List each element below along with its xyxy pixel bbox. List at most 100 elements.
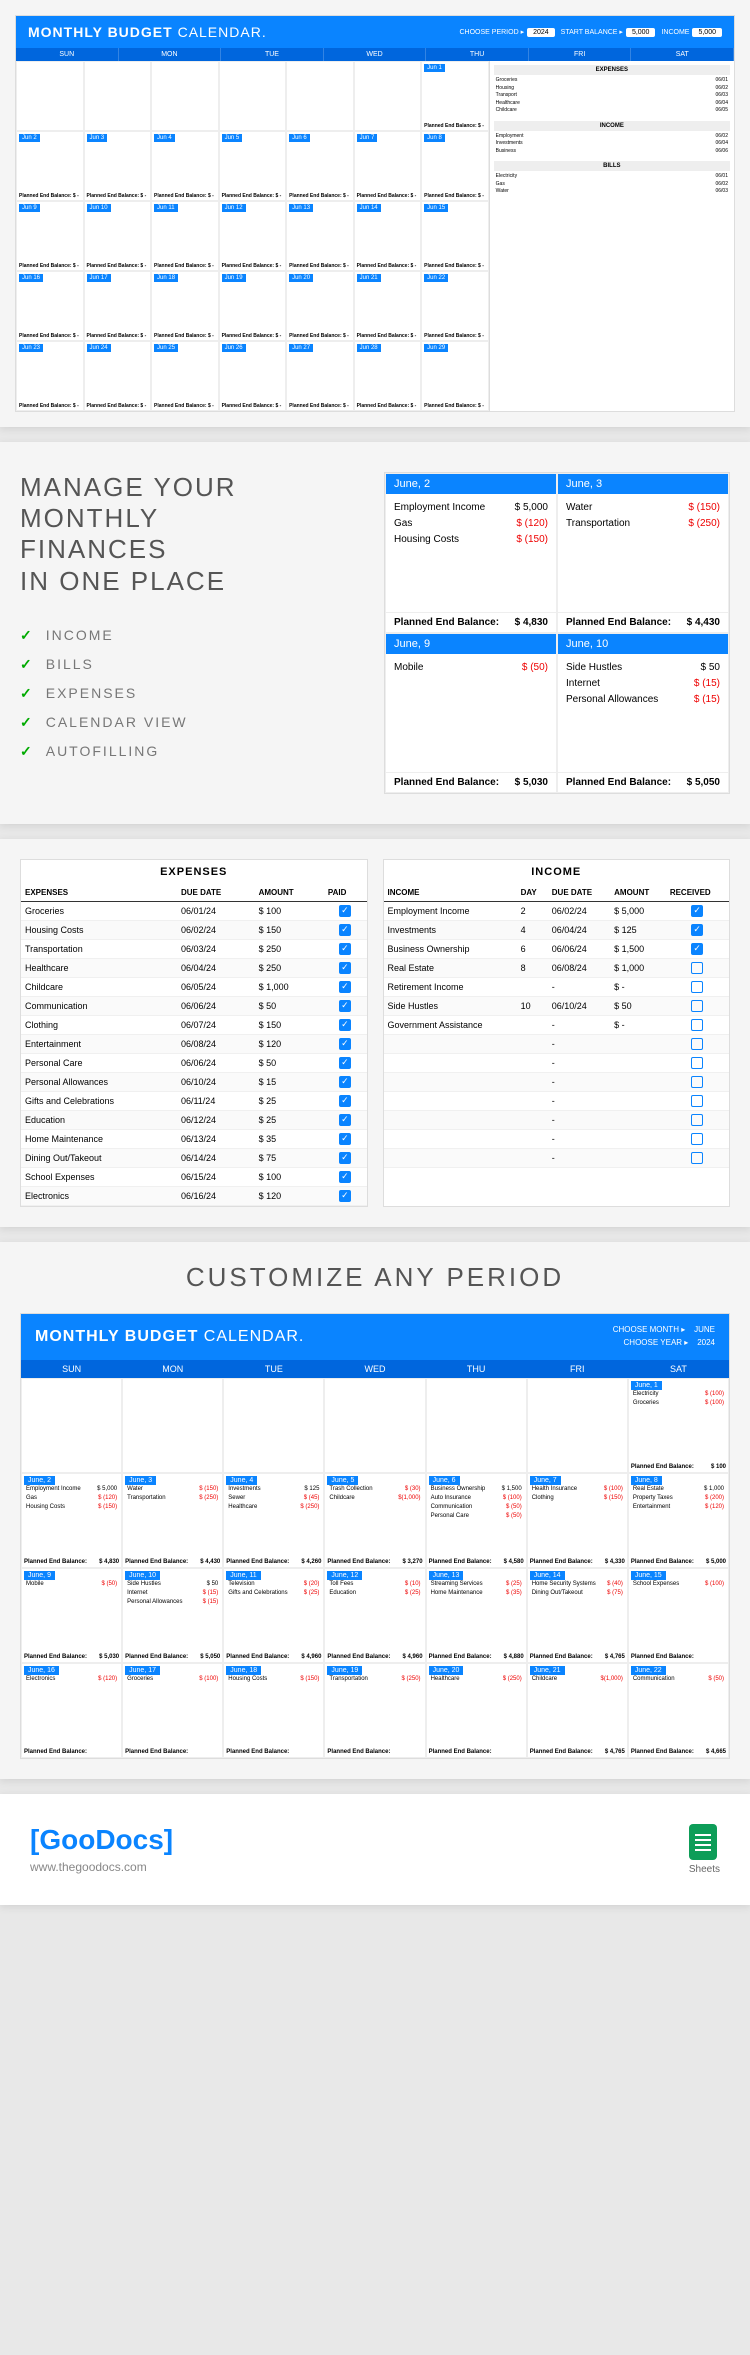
table-row: Communication06/06/24$ 50 bbox=[21, 997, 367, 1016]
customize-cell: June, 5Trash Collection$ (30)Childcare$(… bbox=[324, 1473, 425, 1568]
tables-section: EXPENSES EXPENSESDUE DATEAMOUNTPAIDGroce… bbox=[0, 839, 750, 1227]
checkbox[interactable] bbox=[339, 1095, 351, 1107]
checkbox[interactable] bbox=[691, 1019, 703, 1031]
customize-cell bbox=[324, 1378, 425, 1473]
customize-cell: June, 16Electronics$ (120)Planned End Ba… bbox=[21, 1663, 122, 1758]
checkbox[interactable] bbox=[691, 981, 703, 993]
checkbox[interactable] bbox=[339, 1133, 351, 1145]
title-bold: MONTHLY BUDGET bbox=[28, 24, 173, 40]
expenses-table: EXPENSESDUE DATEAMOUNTPAIDGroceries06/01… bbox=[21, 884, 367, 1206]
month-label: CHOOSE MONTH ▸ bbox=[613, 1325, 685, 1334]
customize-heading: CUSTOMIZE ANY PERIOD bbox=[20, 1262, 730, 1293]
checkbox[interactable] bbox=[691, 1057, 703, 1069]
calendar-sidebar: EXPENSES Groceries06/01Housing06/02Trans… bbox=[489, 61, 734, 411]
checkbox[interactable] bbox=[339, 962, 351, 974]
income-value[interactable]: 5,000 bbox=[692, 28, 722, 37]
table-row: Entertainment06/08/24$ 120 bbox=[21, 1035, 367, 1054]
start-balance-label: START BALANCE ▸ bbox=[561, 28, 623, 36]
footer: [GooDocs] www.thegoodocs.com Sheets bbox=[0, 1794, 750, 1905]
table-row: Retirement Income-$ - bbox=[384, 978, 730, 997]
checkbox[interactable] bbox=[339, 1114, 351, 1126]
table-row: - bbox=[384, 1111, 730, 1130]
checkbox[interactable] bbox=[691, 1076, 703, 1088]
checkbox[interactable] bbox=[339, 924, 351, 936]
sheets-icon bbox=[689, 1824, 717, 1860]
customize-cell: June, 6Business Ownership$ 1,500Auto Ins… bbox=[426, 1473, 527, 1568]
checkbox[interactable] bbox=[691, 1095, 703, 1107]
customize-cell: June, 2Employment Income$ 5,000Gas$ (120… bbox=[21, 1473, 122, 1568]
table-row: Side Hustles1006/10/24$ 50 bbox=[384, 997, 730, 1016]
period-value[interactable]: 2024 bbox=[527, 28, 555, 37]
table-row: Electronics06/16/24$ 120 bbox=[21, 1187, 367, 1206]
day-cell: June, 9Mobile$ (50)Planned End Balance:$… bbox=[385, 633, 557, 793]
checkbox[interactable] bbox=[339, 905, 351, 917]
footer-url: www.thegoodocs.com bbox=[30, 1860, 173, 1874]
cust-title-rest: CALENDAR. bbox=[198, 1328, 304, 1345]
checkbox[interactable] bbox=[339, 1190, 351, 1202]
customize-grid: June, 1Electricity$ (100)Groceries$ (100… bbox=[21, 1378, 729, 1758]
table-row: - bbox=[384, 1092, 730, 1111]
table-row: Transportation06/03/24$ 250 bbox=[21, 940, 367, 959]
title-rest: CALENDAR. bbox=[173, 24, 267, 40]
table-row: Government Assistance-$ - bbox=[384, 1016, 730, 1035]
checkbox[interactable] bbox=[339, 1171, 351, 1183]
checkbox[interactable] bbox=[691, 1152, 703, 1164]
checkbox[interactable] bbox=[339, 981, 351, 993]
income-table-wrap: INCOME INCOMEDAYDUE DATEAMOUNTRECEIVEDEm… bbox=[383, 859, 731, 1207]
customize-cell bbox=[426, 1378, 527, 1473]
start-balance-value[interactable]: 5,000 bbox=[626, 28, 656, 37]
checkbox[interactable] bbox=[691, 1133, 703, 1145]
calendar-day-headers: SUNMONTUEWEDTHUFRISAT bbox=[16, 48, 734, 61]
checkbox[interactable] bbox=[691, 943, 703, 955]
year-label: CHOOSE YEAR ▸ bbox=[624, 1338, 689, 1347]
calendar-header: MONTHLY BUDGET CALENDAR. CHOOSE PERIOD ▸… bbox=[16, 16, 734, 48]
customize-cell: June, 13Streaming Services$ (25)Home Mai… bbox=[426, 1568, 527, 1663]
feature-item: BILLS bbox=[20, 656, 364, 673]
checkbox[interactable] bbox=[339, 1057, 351, 1069]
checkbox[interactable] bbox=[339, 1152, 351, 1164]
side-bills-title: BILLS bbox=[494, 161, 730, 171]
year-value[interactable]: 2024 bbox=[697, 1338, 715, 1347]
checkbox[interactable] bbox=[691, 962, 703, 974]
checkbox[interactable] bbox=[339, 1000, 351, 1012]
table-row: Gifts and Celebrations06/11/24$ 25 bbox=[21, 1092, 367, 1111]
checkbox[interactable] bbox=[691, 1114, 703, 1126]
customize-cell: June, 9Mobile$ (50)Planned End Balance:$… bbox=[21, 1568, 122, 1663]
features-section: MANAGE YOURMONTHLYFINANCESIN ONE PLACE I… bbox=[0, 442, 750, 824]
customize-cell: June, 12Toll Fees$ (10)Education$ (25)Pl… bbox=[324, 1568, 425, 1663]
day-cell: June, 2Employment Income$ 5,000Gas$ (120… bbox=[385, 473, 557, 633]
feature-item: AUTOFILLING bbox=[20, 743, 364, 760]
period-label: CHOOSE PERIOD ▸ bbox=[460, 28, 525, 36]
checkbox[interactable] bbox=[339, 1038, 351, 1050]
checkbox[interactable] bbox=[339, 1076, 351, 1088]
feature-day-cells: June, 2Employment Income$ 5,000Gas$ (120… bbox=[384, 472, 730, 794]
customize-cell: June, 21Childcare$(1,000)Planned End Bal… bbox=[527, 1663, 628, 1758]
customize-cell: June, 11Television$ (20)Gifts and Celebr… bbox=[223, 1568, 324, 1663]
month-value[interactable]: JUNE bbox=[694, 1325, 715, 1334]
customize-cell bbox=[21, 1378, 122, 1473]
checkbox[interactable] bbox=[691, 924, 703, 936]
customize-cell: June, 3Water$ (150)Transportation$ (250)… bbox=[122, 1473, 223, 1568]
table-row: Clothing06/07/24$ 150 bbox=[21, 1016, 367, 1035]
customize-cell: June, 8Real Estate$ 1,000Property Taxes$… bbox=[628, 1473, 729, 1568]
customize-cell: June, 4Investments$ 125Sewer$ (45)Health… bbox=[223, 1473, 324, 1568]
customize-cell: June, 15School Expenses$ (100)Planned En… bbox=[628, 1568, 729, 1663]
table-row: Employment Income206/02/24$ 5,000 bbox=[384, 902, 730, 921]
table-row: Personal Allowances06/10/24$ 15 bbox=[21, 1073, 367, 1092]
customize-cell: June, 10Side Hustles$ 50Internet$ (15)Pe… bbox=[122, 1568, 223, 1663]
goodocs-logo: [GooDocs] bbox=[30, 1824, 173, 1856]
features-heading: MANAGE YOURMONTHLYFINANCESIN ONE PLACE bbox=[20, 472, 364, 597]
table-row: Real Estate806/08/24$ 1,000 bbox=[384, 959, 730, 978]
checkbox[interactable] bbox=[339, 943, 351, 955]
expenses-title: EXPENSES bbox=[21, 860, 367, 884]
checkbox[interactable] bbox=[691, 1000, 703, 1012]
table-row: Childcare06/05/24$ 1,000 bbox=[21, 978, 367, 997]
checkbox[interactable] bbox=[691, 905, 703, 917]
sheets-label: Sheets bbox=[689, 1864, 720, 1875]
table-row: Education06/12/24$ 25 bbox=[21, 1111, 367, 1130]
checkbox[interactable] bbox=[339, 1019, 351, 1031]
expenses-table-wrap: EXPENSES EXPENSESDUE DATEAMOUNTPAIDGroce… bbox=[20, 859, 368, 1207]
customize-cell bbox=[122, 1378, 223, 1473]
customize-cell: June, 18Housing Costs$ (150)Planned End … bbox=[223, 1663, 324, 1758]
checkbox[interactable] bbox=[691, 1038, 703, 1050]
